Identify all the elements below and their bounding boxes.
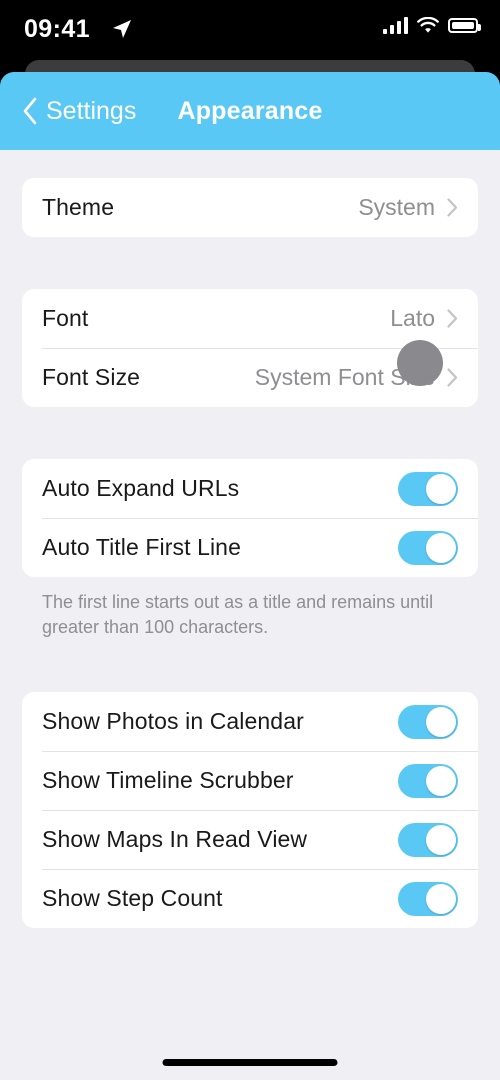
status-bar: 09:41 — [0, 0, 500, 60]
row-font[interactable]: Font Lato — [22, 289, 478, 348]
section-footnote: The first line starts out as a title and… — [42, 592, 434, 637]
location-arrow-icon — [113, 20, 131, 38]
home-indicator[interactable] — [162, 1059, 338, 1066]
toggle-auto-title-first-line[interactable] — [398, 530, 458, 565]
section-show: Show Photos in Calendar Show Timeline Sc… — [22, 692, 478, 928]
section-gap-2 — [0, 407, 500, 459]
phone-screen: 09:41 Settings Appearance Theme System F… — [0, 0, 500, 1080]
row-label: Font — [42, 305, 89, 331]
page-title: Appearance — [177, 96, 323, 125]
spacer-top — [0, 150, 500, 178]
row-label: Show Timeline Scrubber — [42, 767, 294, 793]
section-gap-1 — [0, 237, 500, 289]
row-show-photos-in-calendar[interactable]: Show Photos in Calendar — [22, 692, 478, 751]
toggle-show-maps-in-read-view[interactable] — [398, 822, 458, 857]
toggle-knob — [426, 883, 456, 914]
toggle-knob — [426, 765, 456, 796]
section-auto: Auto Expand URLs Auto Title First Line — [22, 459, 478, 577]
section-theme: Theme System — [22, 178, 478, 237]
row-label: Show Photos in Calendar — [42, 708, 304, 734]
battery-full-icon — [448, 18, 481, 33]
row-show-timeline-scrubber[interactable]: Show Timeline Scrubber — [22, 751, 478, 810]
toggle-auto-expand-urls[interactable] — [398, 471, 458, 506]
row-label: Auto Title First Line — [42, 534, 241, 560]
row-value: System Font Size — [254, 364, 435, 390]
toggle-show-photos-in-calendar[interactable] — [398, 704, 458, 739]
toggle-knob — [426, 706, 456, 737]
settings-content: Theme System Font Lato Font Size System … — [0, 150, 500, 1080]
row-auto-title-first-line[interactable]: Auto Title First Line — [22, 518, 478, 577]
row-label: Auto Expand URLs — [42, 475, 240, 501]
row-font-size[interactable]: Font Size System Font Size — [22, 348, 478, 407]
row-label: Theme — [42, 194, 115, 220]
wifi-icon — [417, 17, 439, 33]
navigation-bar: Settings Appearance — [0, 72, 500, 150]
row-show-step-count[interactable]: Show Step Count — [22, 869, 478, 928]
chevron-right-icon — [447, 198, 458, 217]
cellular-signal-icon — [383, 17, 408, 34]
row-label: Show Maps In Read View — [42, 826, 308, 852]
row-value: System — [358, 194, 435, 220]
toggle-show-timeline-scrubber[interactable] — [398, 763, 458, 798]
status-bar-time: 09:41 — [24, 15, 90, 43]
row-show-maps-in-read-view[interactable]: Show Maps In Read View — [22, 810, 478, 869]
row-theme[interactable]: Theme System — [22, 178, 478, 237]
toggle-knob — [426, 473, 456, 504]
toggle-knob — [426, 824, 456, 855]
toggle-knob — [426, 532, 456, 563]
chevron-right-icon — [447, 368, 458, 387]
status-bar-indicators — [383, 17, 481, 34]
row-value: Lato — [390, 305, 435, 331]
section-font: Font Lato Font Size System Font Size — [22, 289, 478, 407]
chevron-right-icon — [447, 309, 458, 328]
row-label: Font Size — [42, 364, 141, 390]
row-label: Show Step Count — [42, 885, 223, 911]
section-gap-3 — [0, 640, 500, 692]
row-auto-expand-urls[interactable]: Auto Expand URLs — [22, 459, 478, 518]
toggle-show-step-count[interactable] — [398, 881, 458, 916]
